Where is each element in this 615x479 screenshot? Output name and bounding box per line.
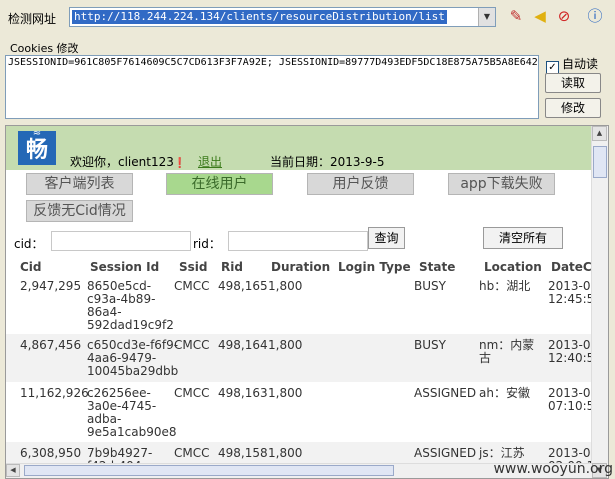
cid-input[interactable] (51, 231, 191, 251)
stop-icon[interactable]: ⊘ (554, 6, 574, 26)
col-state[interactable]: State (419, 260, 455, 274)
scroll-thumb[interactable] (24, 465, 394, 476)
cell-session-id: c650cd3e-f6f9- 4aa6-9479- 10045ba29dbb (87, 338, 179, 378)
autoread-checkbox[interactable]: ✓ 自动读 (546, 55, 598, 74)
cookie-label: Cookies 修改 (10, 42, 79, 55)
back-arrow-icon[interactable]: ◀ (530, 6, 550, 26)
cell-state: ASSIGNED (414, 446, 477, 460)
cell-rid: 498,165 (218, 279, 268, 293)
browser-frame: 畅 ≈ 欢迎你，client123❗ 退出 当前日期：2013-9-5 客户端列… (5, 125, 609, 479)
cell-session-id: 8650e5cd- c93a-4b89- 86a4- 592dad19c9f2 (87, 279, 174, 332)
table-row[interactable]: 4,867,456 c650cd3e-f6f9- 4aa6-9479- 1004… (6, 334, 602, 382)
query-button[interactable]: 查询 (368, 227, 405, 249)
cell-location: ah：安徽 (479, 386, 530, 400)
logout-link[interactable]: 退出 (198, 153, 222, 170)
cookie-textarea[interactable]: JSESSIONID=961C805F7614609C5C7CD613F3F7A… (5, 55, 539, 119)
rid-label: rid： (193, 237, 221, 251)
table-row[interactable]: 2,947,295 8650e5cd- c93a-4b89- 86a4- 592… (6, 278, 602, 334)
autoread-label: 自动读 (562, 57, 599, 71)
cell-cid: 2,947,295 (20, 279, 82, 293)
col-cid[interactable]: Cid (20, 260, 42, 274)
cell-ssid: CMCC (174, 279, 210, 293)
url-input[interactable]: http://118.244.224.134/clients/resourceD… (69, 7, 496, 27)
cell-duration: 1,800 (268, 386, 303, 400)
scroll-up-icon[interactable]: ▲ (592, 126, 607, 141)
chevron-down-icon[interactable]: ▼ (478, 8, 495, 26)
col-session-id[interactable]: Session Id (90, 260, 159, 274)
cell-rid: 498,158 (218, 446, 268, 460)
url-value: http://118.244.224.134/clients/resourceD… (72, 10, 447, 24)
cell-state: BUSY (414, 279, 446, 293)
modify-button[interactable]: 修改 (545, 98, 601, 118)
cell-rid: 498,164 (218, 338, 268, 352)
scroll-left-icon[interactable]: ◀ (6, 464, 20, 477)
nav-feedback-no-cid[interactable]: 反馈无Cid情况 (26, 200, 133, 222)
cell-cid: 11,162,926 (20, 386, 89, 400)
exclamation-icon: ❗ (173, 158, 187, 169)
cell-duration: 1,800 (268, 338, 303, 352)
url-label: 检测网址 (8, 12, 57, 26)
table-row[interactable]: 11,162,926 c26256ee- 3a0e-4745- adba- 9e… (6, 382, 602, 442)
watermark: www.wooyun.org (493, 461, 613, 477)
nav-app-download-fail[interactable]: app下载失败 (448, 173, 555, 195)
wifi-icon: ≈ (32, 128, 42, 139)
col-duration[interactable]: Duration (271, 260, 330, 274)
cell-location: hb：湖北 (479, 279, 531, 293)
cell-cid: 4,867,456 (20, 338, 82, 352)
cid-label: cid： (14, 237, 44, 251)
col-ssid[interactable]: Ssid (179, 260, 208, 274)
page-header: 畅 ≈ 欢迎你，client123❗ 退出 当前日期：2013-9-5 (6, 126, 592, 170)
eraser-icon[interactable]: ✎ (506, 6, 526, 26)
cell-state: ASSIGNED (414, 386, 477, 400)
scroll-thumb[interactable] (593, 146, 607, 178)
current-date: 当前日期：2013-9-5 (270, 155, 385, 169)
nav-online-users[interactable]: 在线用户 (166, 173, 273, 195)
cell-location: js：江苏 (479, 446, 525, 460)
cell-ssid: CMCC (174, 386, 210, 400)
cell-duration: 1,800 (268, 279, 303, 293)
welcome-text: 欢迎你，client123❗ (70, 155, 187, 169)
cell-state: BUSY (414, 338, 446, 352)
cell-location: nm：内蒙 古 (479, 338, 535, 365)
cell-cid: 6,308,950 (20, 446, 82, 460)
table-header: Cid Session Id Ssid Rid Duration Login T… (6, 260, 606, 276)
nav-user-feedback[interactable]: 用户反馈 (307, 173, 414, 195)
cell-ssid: CMCC (174, 338, 210, 352)
cell-duration: 1,800 (268, 446, 303, 460)
nav-client-list[interactable]: 客户端列表 (26, 173, 133, 195)
cell-rid: 498,163 (218, 386, 268, 400)
info-icon[interactable]: ⓘ (585, 6, 605, 26)
col-location[interactable]: Location (484, 260, 542, 274)
cell-session-id: c26256ee- 3a0e-4745- adba- 9e5a1cab90e8 (87, 386, 177, 439)
cell-ssid: CMCC (174, 446, 210, 460)
rid-input[interactable] (228, 231, 368, 251)
clear-all-button[interactable]: 清空所有 (483, 227, 563, 249)
col-login-type[interactable]: Login Type (338, 260, 411, 274)
col-rid[interactable]: Rid (221, 260, 243, 274)
vertical-scrollbar[interactable]: ▲ ▼ (591, 126, 608, 478)
read-button[interactable]: 读取 (545, 73, 601, 93)
